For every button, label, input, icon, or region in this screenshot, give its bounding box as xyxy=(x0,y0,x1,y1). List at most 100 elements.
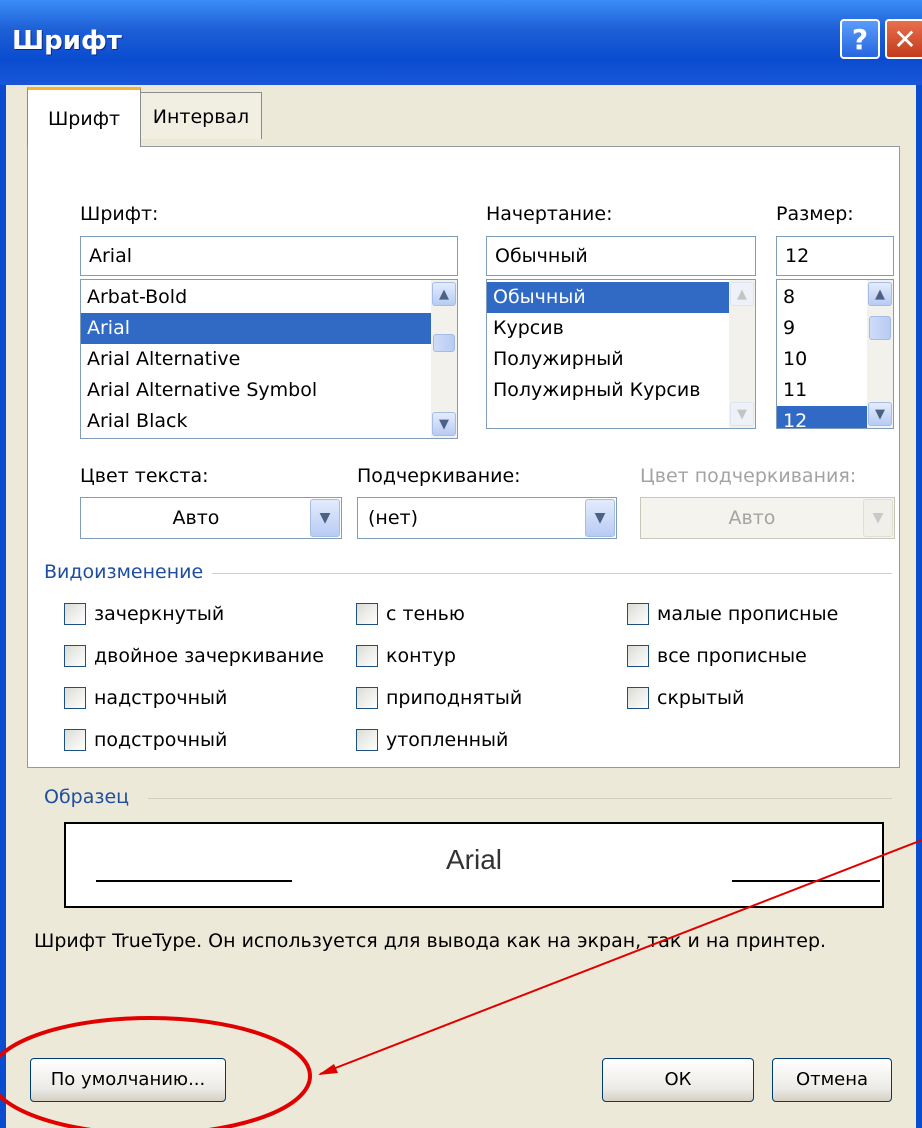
underline-color-select: Авто ▼ xyxy=(640,497,895,539)
effect-checkbox[interactable]: с тенью xyxy=(356,603,465,625)
effect-label: скрытый xyxy=(657,687,745,709)
style-list-item[interactable]: Полужирный xyxy=(487,344,755,375)
effects-group-divider xyxy=(212,573,892,574)
size-list[interactable]: 8 9 10 11 12 ▲ ▼ xyxy=(776,279,894,429)
effect-label: с тенью xyxy=(386,603,465,625)
preview-description: Шрифт TrueType. Он используется для выво… xyxy=(34,930,827,952)
tab-font[interactable]: Шрифт xyxy=(27,87,141,147)
effect-checkbox[interactable]: утопленный xyxy=(356,729,508,751)
size-label: Размер: xyxy=(776,203,854,225)
tab-spacing-label: Интервал xyxy=(152,106,250,128)
help-button[interactable]: ? xyxy=(840,19,880,59)
chevron-down-icon: ▼ xyxy=(863,499,893,537)
preview-group-divider xyxy=(148,798,892,799)
cancel-button[interactable]: Отмена xyxy=(772,1058,892,1102)
effects-group-title: Видоизменение xyxy=(44,561,204,583)
checkbox-icon[interactable] xyxy=(64,603,86,625)
effect-checkbox[interactable]: подстрочный xyxy=(64,729,227,751)
text-color-value: Авто xyxy=(172,507,220,529)
default-button[interactable]: По умолчанию... xyxy=(30,1058,226,1102)
font-list-items: Arbat-Bold Arial Arial Alternative Arial Al… xyxy=(81,280,457,437)
chevron-down-icon[interactable]: ▼ xyxy=(868,402,892,426)
text-color-label: Цвет текста: xyxy=(80,465,209,487)
underline-value: (нет) xyxy=(368,507,419,529)
font-input[interactable]: Arial xyxy=(80,236,458,276)
checkbox-icon[interactable] xyxy=(64,687,86,709)
preview-line-right xyxy=(732,880,880,882)
effect-label: все прописные xyxy=(657,645,807,667)
size-list-scrollbar[interactable]: ▲ ▼ xyxy=(867,280,893,428)
scroll-thumb[interactable] xyxy=(869,316,891,340)
preview-group-title: Образец xyxy=(44,786,130,808)
effect-label: приподнятый xyxy=(386,687,523,709)
preview-line-left xyxy=(96,880,292,882)
preview-text: Arial xyxy=(445,844,502,875)
effect-label: подстрочный xyxy=(94,729,228,751)
effect-checkbox[interactable]: приподнятый xyxy=(356,687,522,709)
text-color-select[interactable]: Авто ▼ xyxy=(80,497,342,539)
checkbox-icon[interactable] xyxy=(627,603,649,625)
font-label: Шрифт: xyxy=(80,203,159,225)
chevron-down-icon[interactable]: ▼ xyxy=(310,499,340,537)
checkbox-icon[interactable] xyxy=(356,729,378,751)
size-input[interactable]: 12 xyxy=(776,236,894,276)
underline-color-label: Цвет подчеркивания: xyxy=(640,465,857,487)
checkbox-icon[interactable] xyxy=(356,603,378,625)
font-list-item[interactable]: Arial Alternative Symbol xyxy=(81,375,457,406)
checkbox-icon[interactable] xyxy=(64,645,86,667)
style-list-item[interactable]: Полужирный Курсив xyxy=(487,375,755,406)
effect-checkbox[interactable]: контур xyxy=(356,645,456,667)
underline-select[interactable]: (нет) ▼ xyxy=(357,497,617,539)
checkbox-icon[interactable] xyxy=(627,687,649,709)
checkbox-icon[interactable] xyxy=(627,645,649,667)
effect-label: двойное зачеркивание xyxy=(94,645,324,667)
font-list[interactable]: Arbat-Bold Arial Arial Alternative Arial Al… xyxy=(80,279,458,439)
style-list-scrollbar[interactable]: ▲ ▼ xyxy=(729,280,755,428)
style-list-items: Обычный Курсив Полужирный Полужирный Курсив xyxy=(487,280,755,406)
ok-button[interactable]: ОК xyxy=(602,1058,754,1102)
scroll-thumb[interactable] xyxy=(433,334,455,352)
chevron-up-icon[interactable]: ▲ xyxy=(432,282,456,306)
chevron-down-icon: ▼ xyxy=(730,402,754,426)
style-list-item[interactable]: Обычный xyxy=(487,282,755,313)
font-list-item[interactable]: Arbat-Bold xyxy=(81,282,457,313)
effect-label: зачеркнутый xyxy=(94,603,225,625)
effect-checkbox[interactable]: малые прописные xyxy=(627,603,838,625)
chevron-up-icon: ▲ xyxy=(730,282,754,306)
checkbox-icon[interactable] xyxy=(64,729,86,751)
effect-checkbox[interactable]: зачеркнутый xyxy=(64,603,224,625)
font-list-item[interactable]: Arial Alternative xyxy=(81,344,457,375)
style-input[interactable]: Обычный xyxy=(486,236,756,276)
effect-checkbox[interactable]: надстрочный xyxy=(64,687,227,709)
effect-label: надстрочный xyxy=(94,687,228,709)
style-list-item[interactable]: Курсив xyxy=(487,313,755,344)
tab-font-label: Шрифт xyxy=(47,108,121,130)
style-list[interactable]: Обычный Курсив Полужирный Полужирный Курсив… xyxy=(486,279,756,429)
font-list-scrollbar[interactable]: ▲ ▼ xyxy=(431,280,457,438)
checkbox-icon[interactable] xyxy=(356,645,378,667)
effect-checkbox[interactable]: двойное зачеркивание xyxy=(64,645,324,667)
chevron-down-icon[interactable]: ▼ xyxy=(585,499,615,537)
effect-label: малые прописные xyxy=(657,603,839,625)
window-frame-left xyxy=(0,85,6,1128)
effect-label: утопленный xyxy=(386,729,509,751)
close-icon: ✕ xyxy=(893,23,917,56)
style-label: Начертание: xyxy=(486,203,613,225)
font-dialog: Шрифт ? ✕ Шрифт Интервал Шрифт: Arial Ar… xyxy=(0,0,922,1128)
chevron-up-icon[interactable]: ▲ xyxy=(868,282,892,306)
effect-label: контур xyxy=(386,645,456,667)
font-list-item[interactable]: Arial xyxy=(81,313,457,344)
underline-label: Подчеркивание: xyxy=(357,465,521,487)
preview-box: Arial xyxy=(64,822,884,908)
effect-checkbox[interactable]: все прописные xyxy=(627,645,807,667)
chevron-down-icon[interactable]: ▼ xyxy=(432,412,456,436)
checkbox-icon[interactable] xyxy=(356,687,378,709)
window-title: Шрифт xyxy=(12,26,122,56)
question-icon: ? xyxy=(851,23,869,56)
underline-color-value: Авто xyxy=(728,507,776,529)
close-button[interactable]: ✕ xyxy=(885,19,922,59)
effect-checkbox[interactable]: скрытый xyxy=(627,687,744,709)
title-bar[interactable]: Шрифт ? ✕ xyxy=(0,0,922,85)
font-list-item[interactable]: Arial Black xyxy=(81,406,457,437)
tab-spacing[interactable]: Интервал xyxy=(140,92,262,139)
